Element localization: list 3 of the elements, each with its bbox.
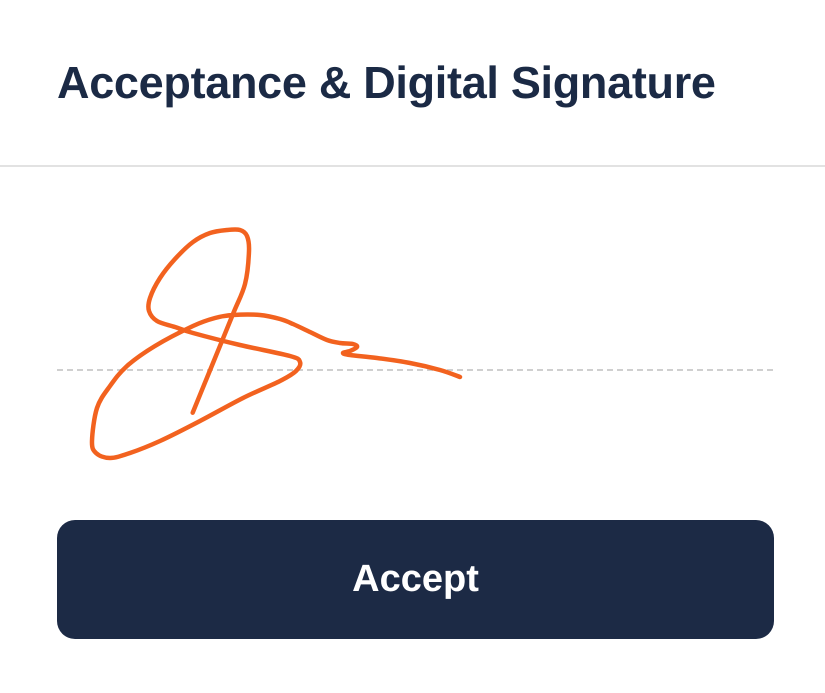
signature-line[interactable] (57, 369, 773, 371)
dialog-title: Acceptance & Digital Signature (57, 56, 717, 110)
accept-button[interactable]: Accept (57, 520, 774, 639)
